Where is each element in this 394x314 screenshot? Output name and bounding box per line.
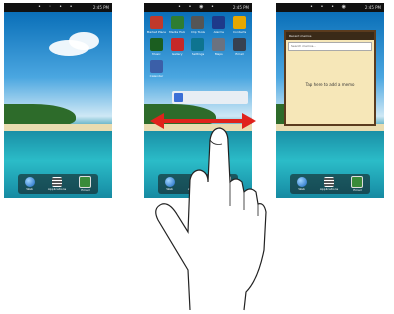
memo-body[interactable]: Tap here to add a memo (286, 82, 374, 87)
email-icon (233, 38, 247, 51)
app-label: Media Hub (169, 30, 186, 34)
app-grid: Market Place Media Hub Clip Tools Alarms Con… (146, 16, 250, 78)
app-alarms[interactable]: Alarms (212, 16, 226, 34)
maps-icon (212, 38, 226, 51)
calendar-icon (149, 60, 163, 73)
settings-icon (191, 38, 205, 51)
apps-grid-icon (51, 177, 62, 187)
app-media-hub[interactable]: Media Hub (169, 16, 185, 34)
app-settings[interactable]: Settings (191, 38, 205, 56)
status-time: 2:45 PM (232, 5, 249, 10)
app-label: Email (235, 52, 244, 56)
market-icon (149, 16, 163, 29)
app-label: Settings (191, 52, 205, 56)
app-market-place[interactable]: Market Place (147, 16, 166, 34)
page-indicator: • • ◉ • (178, 4, 217, 10)
dock-applications[interactable]: Applications (320, 177, 338, 191)
dock-email[interactable]: Email (351, 176, 364, 192)
app-gallery[interactable]: Gallery (170, 38, 184, 56)
app-label: Music (152, 52, 161, 56)
music-icon (149, 38, 163, 51)
memo-widget[interactable]: Recent memos Search memos... Tap here to… (284, 30, 376, 126)
google-icon (174, 93, 183, 102)
app-label: Maps (214, 52, 223, 56)
app-label: Alarms (213, 30, 224, 34)
status-bar: • ◦ • • 2:45 PM (4, 3, 112, 12)
contacts-icon (233, 16, 247, 29)
media-hub-icon (170, 16, 184, 29)
apps-grid-icon (323, 177, 334, 187)
dock: Web Applications Email (18, 174, 98, 194)
memo-phone: • • • ◉ 2:45 PM Recent memos Search memo… (276, 3, 384, 198)
email-icon (79, 176, 92, 188)
dock-applications[interactable]: Applications (48, 177, 66, 191)
app-label: Calendar (149, 74, 164, 78)
home-screen-phone: • ◦ • • 2:45 PM Web Applications Email (4, 3, 112, 198)
status-bar: • • • ◉ 2:45 PM (276, 3, 384, 12)
app-label: Clip Tools (190, 30, 205, 34)
app-label: Market Place (146, 30, 167, 34)
app-clip-tools[interactable]: Clip Tools (191, 16, 205, 34)
clip-icon (191, 16, 205, 29)
app-contacts[interactable]: Contacts (233, 16, 246, 34)
wallpaper (4, 12, 112, 198)
globe-icon (24, 177, 35, 187)
status-bar: • • ◉ • 2:45 PM (144, 3, 252, 12)
search-widget[interactable] (172, 91, 248, 104)
app-maps[interactable]: Maps (212, 38, 226, 56)
email-icon (351, 176, 364, 188)
memo-header: Recent memos (286, 32, 374, 40)
app-music[interactable]: Music (149, 38, 163, 56)
dock-email[interactable]: Email (79, 176, 92, 192)
dock-web[interactable]: Web (296, 177, 307, 191)
app-email[interactable]: Email (233, 38, 247, 56)
page-indicator: • • • ◉ (310, 4, 349, 10)
gallery-icon (170, 38, 184, 51)
app-label: Gallery (171, 52, 183, 56)
dock-web[interactable]: Web (24, 177, 35, 191)
memo-search-field[interactable]: Search memos... (288, 42, 372, 51)
app-label: Contacts (232, 30, 247, 34)
status-time: 2:45 PM (364, 5, 381, 10)
page-indicator: • ◦ • • (38, 4, 76, 10)
dock: Web Applications Email (290, 174, 370, 194)
globe-icon (296, 177, 307, 187)
hand-gesture-icon (155, 127, 267, 311)
alarm-icon (212, 16, 226, 29)
status-time: 2:45 PM (92, 5, 109, 10)
app-calendar[interactable]: Calendar (149, 60, 164, 78)
